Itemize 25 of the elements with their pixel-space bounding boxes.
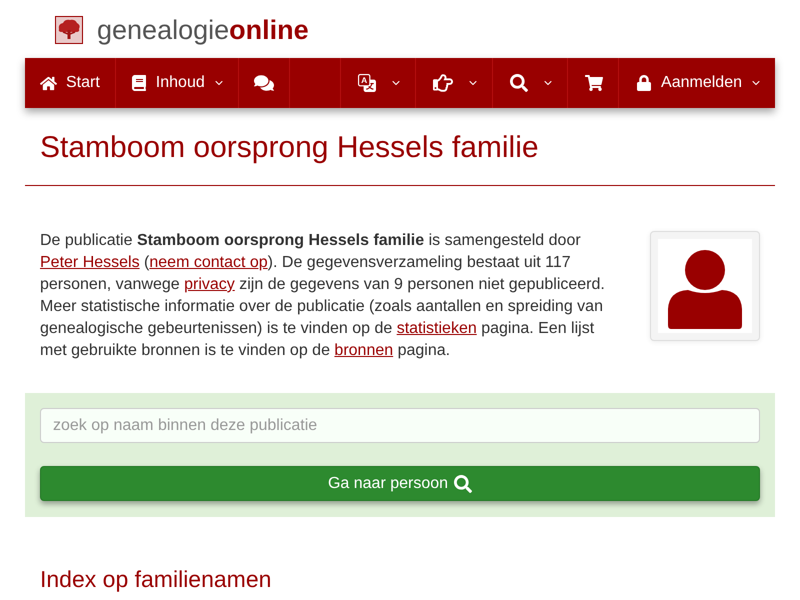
nav-item[interactable]: Start	[25, 58, 116, 108]
book-icon	[130, 75, 147, 91]
text-link[interactable]: privacy	[184, 276, 235, 293]
chat-bubbles-icon	[254, 73, 274, 93]
tree-icon	[55, 16, 83, 44]
search-icon	[454, 474, 472, 492]
lock-icon	[636, 75, 652, 91]
nav-item[interactable]: Inhoud	[116, 58, 239, 108]
text-link[interactable]: neem contact op	[149, 254, 268, 271]
text-link[interactable]: bronnen	[334, 342, 394, 359]
nav-item[interactable]: Aanmelden	[618, 58, 775, 108]
go-to-person-button[interactable]: Ga naar persoon	[40, 466, 760, 501]
pointing-hand-icon	[433, 73, 454, 93]
text-link[interactable]: statistieken	[396, 320, 477, 337]
page-title: Stamboom oorsprong Hessels familie	[25, 130, 775, 186]
translate-icon	[358, 74, 376, 92]
home-icon	[40, 74, 57, 92]
person-icon	[658, 239, 752, 333]
site-logo-text[interactable]: genealogieonline	[97, 16, 309, 44]
section-heading: Index op familienamen	[39, 565, 272, 593]
cart-icon	[585, 74, 604, 92]
search-field[interactable]: zoek op naam binnen deze publicatie	[40, 408, 760, 443]
search-icon	[510, 74, 528, 92]
intro-text: De publicatie Stamboom oorsprong Hessels familie is samengesteld door Peter Hessels (neem contact op). De gegevensverzameling bestaat uit 117 personen, vanwege privacy zijn de gegevens van 9 personen niet gepubliceerd. Meer statistische informatie over de publicatie (zoals aantallen en spreiding van genealogische gebeurtenissen) is te vinden op de statistieken pagina. Een lijst met gebruikte bronnen is te vinden op de bronnen pagina.	[40, 231, 606, 361]
text-link[interactable]: Peter Hessels	[40, 254, 140, 271]
